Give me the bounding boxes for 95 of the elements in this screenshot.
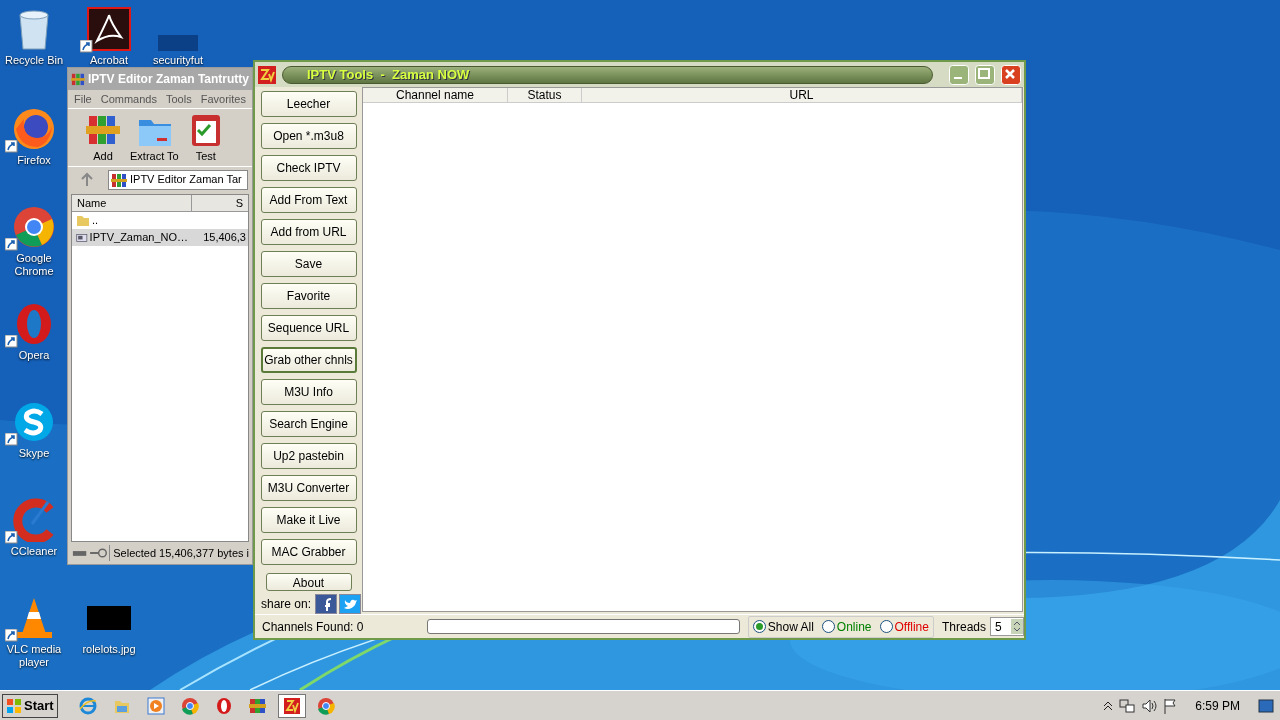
- status-text: Selected 15,406,377 bytes i: [109, 544, 249, 562]
- chevron-up-icon: [1103, 700, 1114, 711]
- tool-button[interactable]: Favorite: [260, 283, 357, 309]
- tool-button[interactable]: M3U Info: [260, 379, 357, 405]
- app-logo-icon: [258, 65, 276, 84]
- icon-label[interactable]: Opera: [18, 349, 50, 362]
- radio-option[interactable]: Show All: [752, 617, 814, 636]
- window-title: IPTV Editor Zaman Tantrutty: [87, 71, 249, 88]
- threads-label: Threads: [941, 618, 986, 636]
- address-field[interactable]: IPTV Editor Zaman Tar: [108, 169, 248, 190]
- menu-item[interactable]: Favorites: [200, 90, 246, 108]
- tool-button[interactable]: Up2 pastebin: [260, 443, 357, 469]
- radio-option[interactable]: Offline: [879, 617, 929, 636]
- facebook-button[interactable]: [315, 594, 338, 614]
- shortcut-arrow-icon: [5, 531, 18, 544]
- icon-label[interactable]: Google Chrome: [2, 252, 66, 278]
- icon-label[interactable]: securityfut: [152, 54, 204, 67]
- share-label: share on:: [261, 596, 312, 613]
- tool-button[interactable]: Add from URL: [260, 219, 357, 245]
- clock: 6:59 PM: [1195, 697, 1240, 715]
- drive-key-icon: [71, 546, 108, 560]
- file-icon: [76, 231, 88, 244]
- tool-button[interactable]: Save: [260, 251, 357, 277]
- tool-button[interactable]: Grab other chnls: [260, 347, 357, 373]
- network-icon: [1119, 697, 1136, 714]
- shortcut-arrow-icon: [5, 140, 18, 153]
- menu-item[interactable]: Tools: [166, 90, 192, 108]
- icon-label[interactable]: CCleaner: [10, 545, 58, 558]
- opera-icon: [214, 696, 233, 715]
- flag-icon: [1163, 697, 1178, 714]
- column-header[interactable]: Channel name: [363, 88, 508, 102]
- icon-label[interactable]: VLC media player: [2, 643, 66, 669]
- menu-item[interactable]: Commands: [100, 90, 157, 108]
- window-title: IPTV Tools - Zaman NOW: [307, 65, 470, 84]
- menu-item[interactable]: File: [74, 90, 92, 108]
- tool-button[interactable]: Leecher: [260, 91, 357, 117]
- file-size: 15,406,3: [202, 230, 247, 246]
- taskbar-button[interactable]: [277, 693, 306, 718]
- maximize-button[interactable]: [975, 64, 995, 85]
- show-desktop-icon: [1258, 698, 1274, 713]
- skype-icon: [12, 400, 56, 444]
- ccleaner-icon: [12, 498, 56, 542]
- icon-label[interactable]: Firefox: [17, 154, 51, 167]
- tool-button[interactable]: MAC Grabber: [260, 539, 357, 565]
- icon-label[interactable]: Skype: [18, 447, 50, 460]
- folder-icon: [76, 214, 90, 227]
- blank-icon: [158, 35, 198, 51]
- icon-label[interactable]: rolelots.jpg: [82, 643, 136, 656]
- tool-button[interactable]: Add From Text: [260, 187, 357, 213]
- toolbar-button-label[interactable]: Add: [93, 147, 113, 164]
- tool-button[interactable]: Sequence URL: [260, 315, 357, 341]
- shortcut-arrow-icon: [5, 335, 18, 348]
- firefox-icon: [12, 107, 56, 151]
- start-button[interactable]: Start: [2, 693, 58, 718]
- radio-option[interactable]: Online: [821, 617, 872, 636]
- chrome-icon: [316, 696, 335, 715]
- windows-logo-icon: [6, 697, 22, 714]
- books-icon: [248, 696, 267, 715]
- tool-button[interactable]: Open *.m3u8: [260, 123, 357, 149]
- tool-button[interactable]: M3U Converter: [260, 475, 357, 501]
- shortcut-arrow-icon: [5, 433, 18, 446]
- minimize-button[interactable]: [949, 64, 969, 85]
- close-button[interactable]: [1001, 64, 1021, 85]
- toolbar-button-label[interactable]: Test: [195, 147, 216, 164]
- spin-arrows-icon: [1011, 619, 1023, 634]
- tool-button[interactable]: Check IPTV: [260, 155, 357, 181]
- shortcut-arrow-icon: [80, 40, 93, 53]
- icon-label[interactable]: Recycle Bin: [4, 54, 64, 67]
- file-row[interactable]: ..: [72, 212, 248, 229]
- archive-books-icon: [71, 71, 85, 87]
- archive-books-icon: [111, 171, 127, 188]
- channels-found-count: Channels Found: 0: [261, 618, 365, 636]
- shortcut-arrow-icon: [5, 629, 18, 642]
- file-name: ..: [92, 213, 99, 229]
- file-row[interactable]: IPTV_Zaman_NO… 15,406,3: [72, 229, 248, 246]
- tool-button[interactable]: Search Engine: [260, 411, 357, 437]
- column-header[interactable]: S: [192, 195, 248, 212]
- chrome-icon: [180, 696, 199, 715]
- acrobat-icon: [87, 7, 131, 51]
- chrome-icon: [12, 205, 56, 249]
- column-header[interactable]: Name: [72, 195, 192, 212]
- icon-label[interactable]: Acrobat: [90, 54, 128, 67]
- speaker-icon: [1141, 697, 1158, 714]
- shortcut-arrow-icon: [5, 238, 18, 251]
- column-header[interactable]: Status: [508, 88, 582, 102]
- column-header[interactable]: URL: [582, 88, 1022, 102]
- about-button[interactable]: About: [265, 573, 352, 591]
- app-logo-icon: [282, 696, 301, 715]
- browser-e-icon: [78, 696, 97, 715]
- threads-spinner[interactable]: 5: [990, 617, 1024, 636]
- tool-button[interactable]: Make it Live: [260, 507, 357, 533]
- toolbar-button-label[interactable]: Extract To: [130, 147, 179, 164]
- file-name: IPTV_Zaman_NO…: [89, 230, 188, 246]
- bird-button[interactable]: [339, 594, 362, 614]
- play-icon: [146, 696, 165, 715]
